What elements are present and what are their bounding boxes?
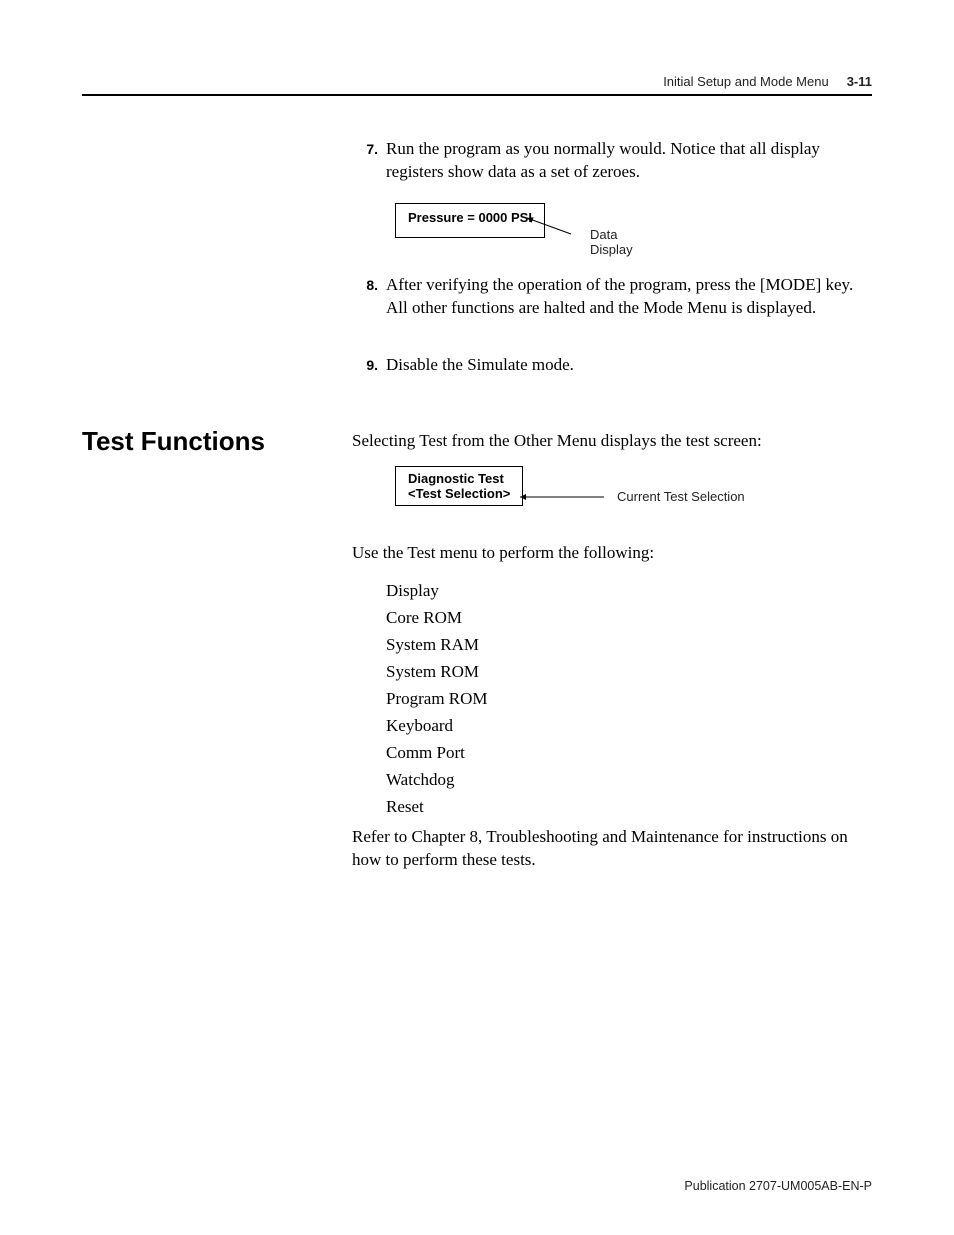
diag-box-line1: Diagnostic Test	[408, 471, 510, 486]
list-item: System RAM	[386, 634, 872, 657]
test-items-list: Display Core ROM System RAM System ROM P…	[386, 580, 872, 818]
display-box-pressure: Pressure = 0000 PSI	[395, 203, 545, 238]
list-item: Program ROM	[386, 688, 872, 711]
step-number: 8.	[352, 276, 378, 295]
list-item: Comm Port	[386, 742, 872, 765]
callout-label: Current Test Selection	[617, 489, 745, 504]
step-8: 8. After verifying the operation of the …	[352, 274, 872, 320]
refer-text: Refer to Chapter 8, Troubleshooting and …	[352, 826, 872, 872]
step-number: 7.	[352, 140, 378, 159]
display-box-diagnostic: Diagnostic Test <Test Selection>	[395, 466, 523, 506]
callout-arrow-icon	[514, 491, 604, 503]
list-item: Keyboard	[386, 715, 872, 738]
step-text: Disable the Simulate mode.	[386, 354, 872, 377]
callout-arrow-icon	[521, 214, 581, 244]
page-header: Initial Setup and Mode Menu 3-11	[82, 74, 872, 89]
display-box-text: Pressure = 0000 PSI	[408, 210, 532, 225]
header-rule	[82, 94, 872, 96]
page-number: 3-11	[847, 74, 872, 89]
use-text: Use the Test menu to perform the followi…	[352, 542, 872, 565]
list-item: Core ROM	[386, 607, 872, 630]
list-item: Reset	[386, 796, 872, 819]
step-7: 7. Run the program as you normally would…	[352, 138, 872, 184]
section-heading: Test Functions	[82, 426, 265, 457]
step-number: 9.	[352, 356, 378, 375]
header-title: Initial Setup and Mode Menu	[663, 74, 829, 89]
list-item: Display	[386, 580, 872, 603]
list-item: Watchdog	[386, 769, 872, 792]
publication-footer: Publication 2707-UM005AB-EN-P	[684, 1179, 872, 1193]
list-item: System ROM	[386, 661, 872, 684]
step-text: After verifying the operation of the pro…	[386, 274, 872, 320]
step-9: 9. Disable the Simulate mode.	[352, 354, 872, 377]
diag-box-line2: <Test Selection>	[408, 486, 510, 501]
step-text: Run the program as you normally would. N…	[386, 138, 872, 184]
callout-label: Data Display	[590, 227, 633, 257]
section-intro: Selecting Test from the Other Menu displ…	[352, 430, 872, 453]
